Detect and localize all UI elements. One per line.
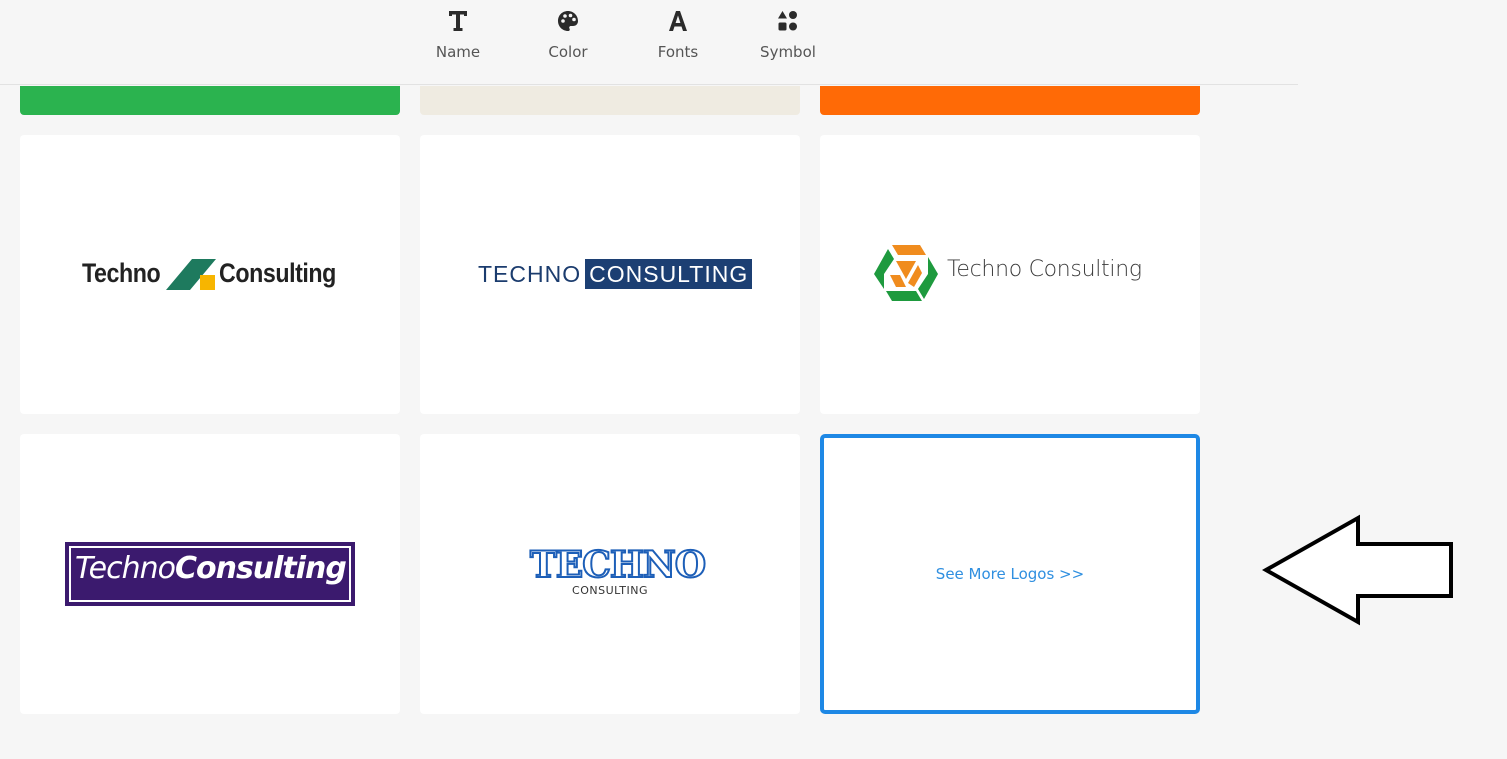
techno-consulting-logo: TECHNO CONSULTING (529, 544, 707, 606)
palette-icon (523, 10, 613, 40)
techno-consulting-logo: TECHNO CONSULTING (478, 259, 753, 289)
techno-consulting-logo: Techno Consulting (872, 243, 1162, 307)
logo-card[interactable]: Techno Consulting (820, 135, 1200, 414)
logo-card-color-swatch[interactable] (20, 86, 400, 115)
text-t-icon (413, 10, 503, 40)
logo-word: CONSULTING (585, 259, 753, 289)
logo-word: TECHNO (529, 544, 707, 586)
tool-name-button[interactable]: Name (413, 10, 503, 70)
shapes-icon (743, 10, 833, 40)
see-more-logos-label[interactable]: See More Logos >> (936, 565, 1084, 583)
logo-word: TECHNO (478, 261, 582, 287)
see-more-logos-button[interactable]: See More Logos >> (820, 434, 1200, 714)
tool-color-label: Color (548, 43, 588, 61)
tool-name-label: Name (435, 43, 481, 61)
logo-word: Consulting (219, 258, 336, 288)
techno-consulting-logo: Techno Consulting (80, 255, 340, 295)
techno-consulting-logo: TechnoConsulting (65, 542, 355, 606)
logo-card[interactable]: TECHNO CONSULTING (420, 434, 800, 714)
left-arrow-icon (1262, 514, 1453, 626)
roof-symbol-icon (166, 259, 216, 290)
logo-editor-toolbar: Name Color Fonts Symbol (0, 0, 1298, 85)
logo-card[interactable]: TECHNO CONSULTING (420, 135, 800, 414)
logo-card[interactable]: TechnoConsulting (20, 434, 400, 714)
logo-card[interactable]: Techno Consulting (20, 135, 400, 414)
interlocking-hexagon-icon (874, 245, 938, 301)
tool-fonts-button[interactable]: Fonts (633, 10, 723, 70)
logo-card-color-swatch[interactable] (820, 86, 1200, 115)
font-a-icon (633, 10, 723, 40)
tool-symbol-label: Symbol (760, 43, 816, 61)
logo-text: Techno Consulting (947, 257, 1142, 282)
logo-text: TechnoConsulting (75, 551, 347, 586)
tool-symbol-button[interactable]: Symbol (743, 10, 833, 70)
logo-card-color-swatch[interactable] (420, 86, 800, 115)
tool-fonts-label: Fonts (657, 43, 699, 61)
tool-color-button[interactable]: Color (523, 10, 613, 70)
logo-word: Techno (82, 258, 161, 288)
